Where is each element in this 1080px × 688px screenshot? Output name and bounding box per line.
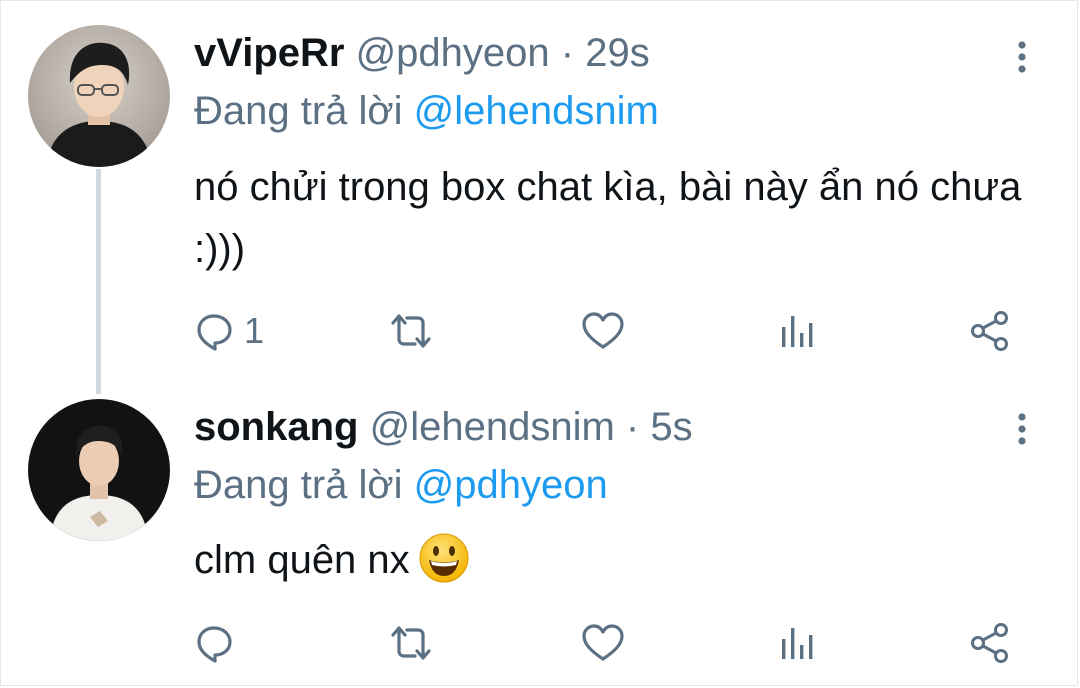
replying-to-label: Đang trả lời xyxy=(194,463,403,507)
mention-link[interactable]: @lehendsnim xyxy=(414,89,659,133)
tweet-header: vVipeRr @pdhyeon · 29s xyxy=(194,29,650,77)
timestamp[interactable]: 5s xyxy=(650,405,692,449)
separator-dot: · xyxy=(625,405,640,449)
avatar-photo-icon xyxy=(28,25,170,167)
share-icon xyxy=(971,623,1008,663)
analytics-button[interactable] xyxy=(777,306,817,356)
like-button[interactable] xyxy=(581,306,625,356)
tweet-text-content: clm quên nx xyxy=(194,538,410,582)
grinning-face-emoji-icon xyxy=(418,532,470,584)
reply-button[interactable] xyxy=(194,618,244,668)
mention-link[interactable]: @pdhyeon xyxy=(414,463,608,507)
more-vertical-icon xyxy=(1018,413,1026,445)
more-options-button[interactable] xyxy=(1009,39,1035,79)
like-button[interactable] xyxy=(581,618,625,668)
share-button[interactable] xyxy=(969,618,1011,668)
share-icon xyxy=(971,311,1008,351)
thread-connector-line xyxy=(96,169,101,394)
avatar[interactable] xyxy=(28,25,170,167)
analytics-icon xyxy=(782,316,813,347)
replying-to-label: Đang trả lời xyxy=(194,89,403,133)
tweet-header: sonkang @lehendsnim · 5s xyxy=(194,403,693,451)
heart-icon xyxy=(582,624,624,661)
more-options-button[interactable] xyxy=(1009,411,1035,451)
tweet-actions: 1 xyxy=(1,306,1080,356)
heart-icon xyxy=(582,312,624,349)
timestamp[interactable]: 29s xyxy=(585,31,650,75)
avatar-photo-icon xyxy=(28,399,170,541)
avatar[interactable] xyxy=(28,399,170,541)
user-handle[interactable]: @lehendsnim xyxy=(370,405,615,449)
user-handle[interactable]: @pdhyeon xyxy=(356,31,550,75)
separator-dot: · xyxy=(560,31,575,75)
tweet-text: clm quên nx xyxy=(194,529,1034,591)
reply-count: 1 xyxy=(244,310,265,351)
tweet-thread: vVipeRr @pdhyeon · 29s Đang trả lời @leh… xyxy=(0,0,1078,686)
replying-to: Đang trả lời @pdhyeon xyxy=(194,461,608,509)
tweet-actions xyxy=(1,618,1080,668)
analytics-icon xyxy=(782,628,813,659)
tweet-text: nó chửi trong box chat kìa, bài này ẩn n… xyxy=(194,165,1022,271)
retweet-button[interactable] xyxy=(387,618,435,668)
reply-icon xyxy=(197,626,232,663)
reply-icon xyxy=(197,314,232,351)
analytics-button[interactable] xyxy=(777,618,817,668)
retweet-button[interactable] xyxy=(387,306,435,356)
replying-to: Đang trả lời @lehendsnim xyxy=(194,87,659,135)
retweet-icon xyxy=(391,314,431,348)
display-name[interactable]: sonkang xyxy=(194,405,358,449)
display-name[interactable]: vVipeRr xyxy=(194,31,344,75)
reply-button[interactable]: 1 xyxy=(194,306,264,356)
retweet-icon xyxy=(391,626,431,660)
more-vertical-icon xyxy=(1018,41,1026,73)
share-button[interactable] xyxy=(969,306,1011,356)
